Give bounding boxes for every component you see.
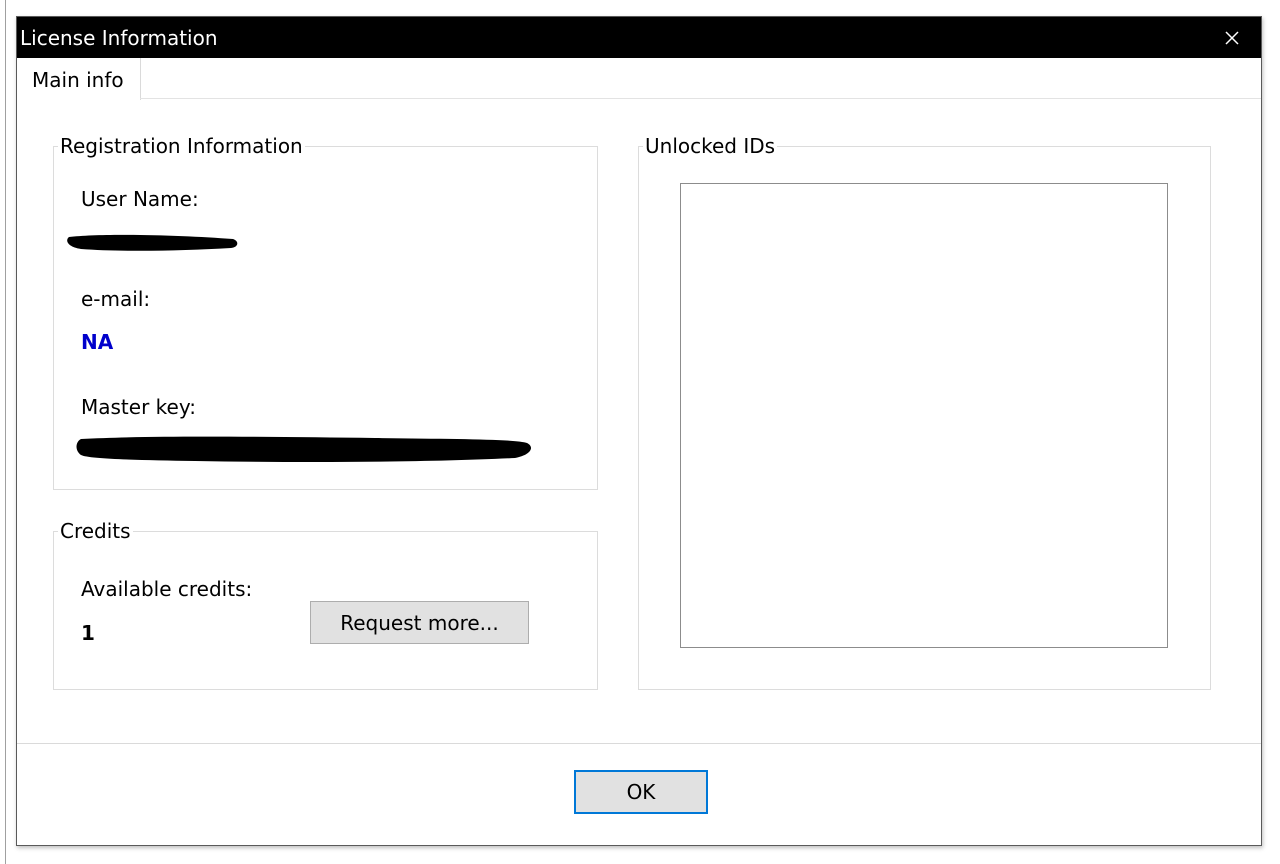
master-key-redaction [76, 436, 531, 462]
license-dialog: License Information Main info Registrati… [16, 16, 1262, 846]
tab-strip-divider [140, 98, 1261, 99]
background-window-edge [5, 0, 6, 864]
unlocked-ids-legend: Unlocked IDs [643, 134, 778, 158]
window-title: License Information [20, 26, 218, 50]
available-credits-value: 1 [81, 621, 95, 645]
request-more-button[interactable]: Request more... [310, 601, 529, 644]
tab-main-info[interactable]: Main info [18, 58, 141, 100]
close-button[interactable] [1203, 17, 1261, 58]
ok-button[interactable]: OK [574, 770, 708, 814]
user-name-redaction [67, 234, 238, 251]
credits-legend: Credits [58, 519, 133, 543]
user-name-label: User Name: [81, 187, 199, 211]
close-icon [1225, 30, 1239, 45]
master-key-label: Master key: [81, 395, 196, 419]
tab-label: Main info [32, 68, 124, 92]
registration-legend: Registration Information [58, 134, 305, 158]
email-value: NA [81, 330, 114, 354]
available-credits-label: Available credits: [81, 577, 253, 601]
unlocked-ids-list[interactable] [680, 183, 1168, 648]
footer-divider [17, 743, 1261, 744]
email-label: e-mail: [81, 287, 151, 311]
title-bar[interactable]: License Information [17, 17, 1261, 58]
